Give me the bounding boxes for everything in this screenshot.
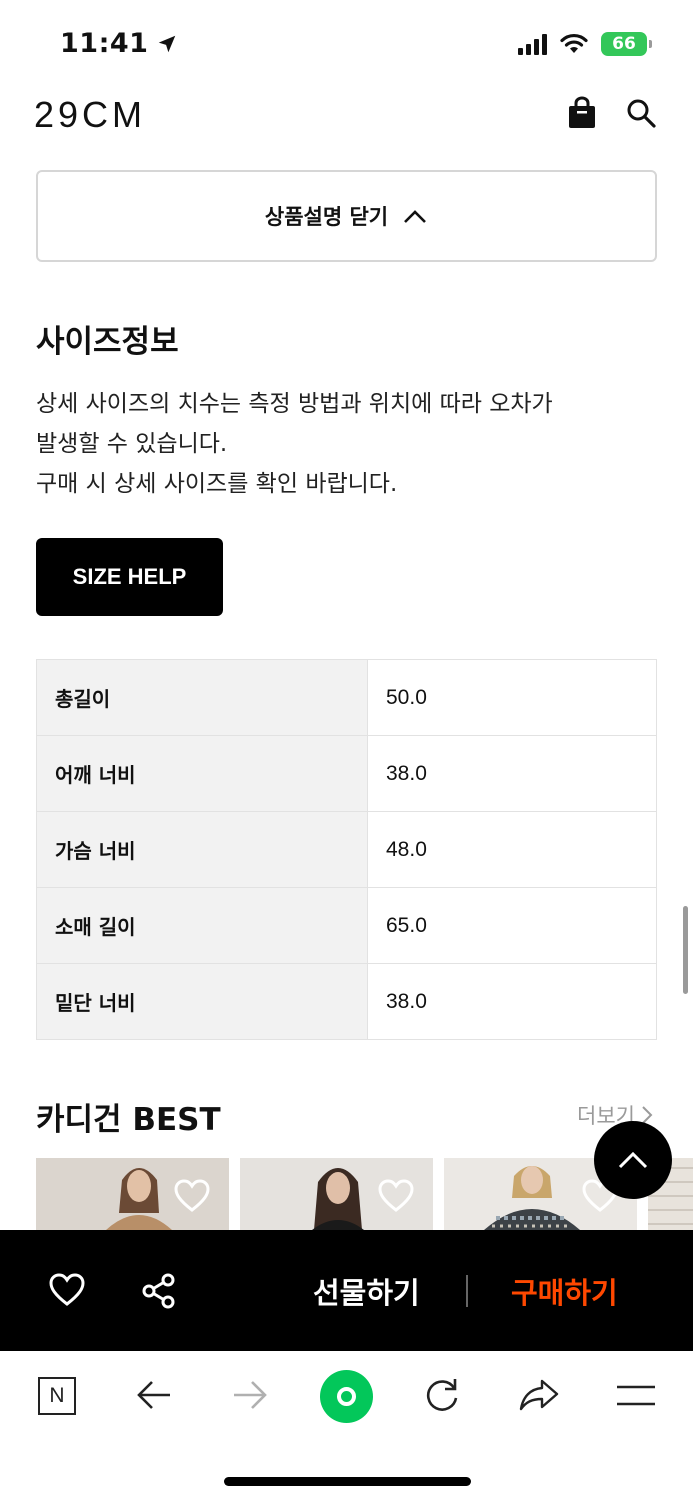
chevron-up-icon bbox=[618, 1151, 648, 1169]
size-label: 가슴 너비 bbox=[36, 811, 368, 888]
size-info-description: 상세 사이즈의 치수는 측정 방법과 위치에 따라 오차가 발생할 수 있습니다… bbox=[36, 384, 666, 504]
wishlist-heart-icon[interactable] bbox=[377, 1178, 415, 1214]
size-value: 38.0 bbox=[367, 963, 657, 1040]
product-card[interactable] bbox=[36, 1158, 229, 1230]
status-bar: 11:41 66 bbox=[0, 0, 693, 90]
size-value: 48.0 bbox=[367, 811, 657, 888]
status-time: 11:41 bbox=[60, 28, 178, 59]
size-info-title: 사이즈정보 bbox=[36, 324, 179, 360]
size-desc-line: 구매 시 상세 사이즈를 확인 바랍니다. bbox=[36, 471, 398, 497]
wishlist-heart-icon[interactable] bbox=[173, 1178, 211, 1214]
best-section-title: 카디건 BEST bbox=[36, 1102, 221, 1138]
status-indicators: 66 bbox=[518, 32, 652, 56]
close-description-label: 상품설명 닫기 bbox=[264, 205, 389, 229]
refresh-icon[interactable] bbox=[422, 1376, 462, 1414]
divider bbox=[466, 1275, 468, 1307]
shopping-bag-icon[interactable] bbox=[565, 96, 599, 130]
forward-arrow-icon[interactable] bbox=[231, 1378, 269, 1412]
table-row: 소매 길이 65.0 bbox=[36, 887, 657, 964]
location-arrow-icon bbox=[159, 35, 176, 52]
page-scrollbar[interactable] bbox=[683, 906, 688, 994]
size-value: 50.0 bbox=[367, 659, 657, 736]
share-icon[interactable] bbox=[140, 1272, 178, 1310]
product-card[interactable] bbox=[240, 1158, 433, 1230]
green-dot-button[interactable] bbox=[320, 1370, 373, 1423]
app-header: 29CM bbox=[0, 90, 693, 140]
size-value: 65.0 bbox=[367, 887, 657, 964]
close-description-button[interactable]: 상품설명 닫기 bbox=[36, 170, 657, 262]
size-label: 총길이 bbox=[36, 659, 368, 736]
wifi-icon bbox=[560, 33, 588, 53]
size-help-button[interactable]: SIZE HELP bbox=[36, 538, 223, 616]
menu-icon[interactable] bbox=[615, 1383, 657, 1409]
battery-level: 66 bbox=[612, 34, 636, 54]
size-table: 총길이 50.0 어깨 너비 38.0 가슴 너비 48.0 소매 길이 65.… bbox=[36, 659, 657, 1040]
size-value: 38.0 bbox=[367, 735, 657, 812]
back-arrow-icon[interactable] bbox=[135, 1378, 173, 1412]
table-row: 가슴 너비 48.0 bbox=[36, 811, 657, 888]
size-label: 소매 길이 bbox=[36, 887, 368, 964]
cellular-signal-icon bbox=[518, 33, 547, 55]
battery-icon: 66 bbox=[601, 32, 652, 56]
home-indicator bbox=[224, 1477, 471, 1486]
table-row: 어깨 너비 38.0 bbox=[36, 735, 657, 812]
gift-button[interactable]: 선물하기 bbox=[313, 1270, 420, 1312]
size-desc-line: 발생할 수 있습니다. bbox=[36, 431, 228, 457]
chevron-up-icon bbox=[404, 210, 427, 223]
size-label: 밑단 너비 bbox=[36, 963, 368, 1040]
like-heart-button[interactable] bbox=[48, 1272, 86, 1308]
scroll-to-top-button[interactable] bbox=[594, 1121, 672, 1199]
share-arrow-icon[interactable] bbox=[518, 1377, 560, 1413]
table-row: 밑단 너비 38.0 bbox=[36, 963, 657, 1040]
clock-text: 11:41 bbox=[60, 28, 149, 59]
naver-home-button[interactable]: N bbox=[38, 1377, 76, 1415]
size-desc-line: 상세 사이즈의 치수는 측정 방법과 위치에 따라 오차가 bbox=[36, 391, 553, 417]
size-label: 어깨 너비 bbox=[36, 735, 368, 812]
table-row: 총길이 50.0 bbox=[36, 659, 657, 736]
buy-button[interactable]: 구매하기 bbox=[511, 1270, 618, 1312]
brand-logo[interactable]: 29CM bbox=[34, 94, 146, 136]
search-icon[interactable] bbox=[624, 96, 658, 130]
purchase-bar: 선물하기 구매하기 bbox=[0, 1230, 693, 1351]
